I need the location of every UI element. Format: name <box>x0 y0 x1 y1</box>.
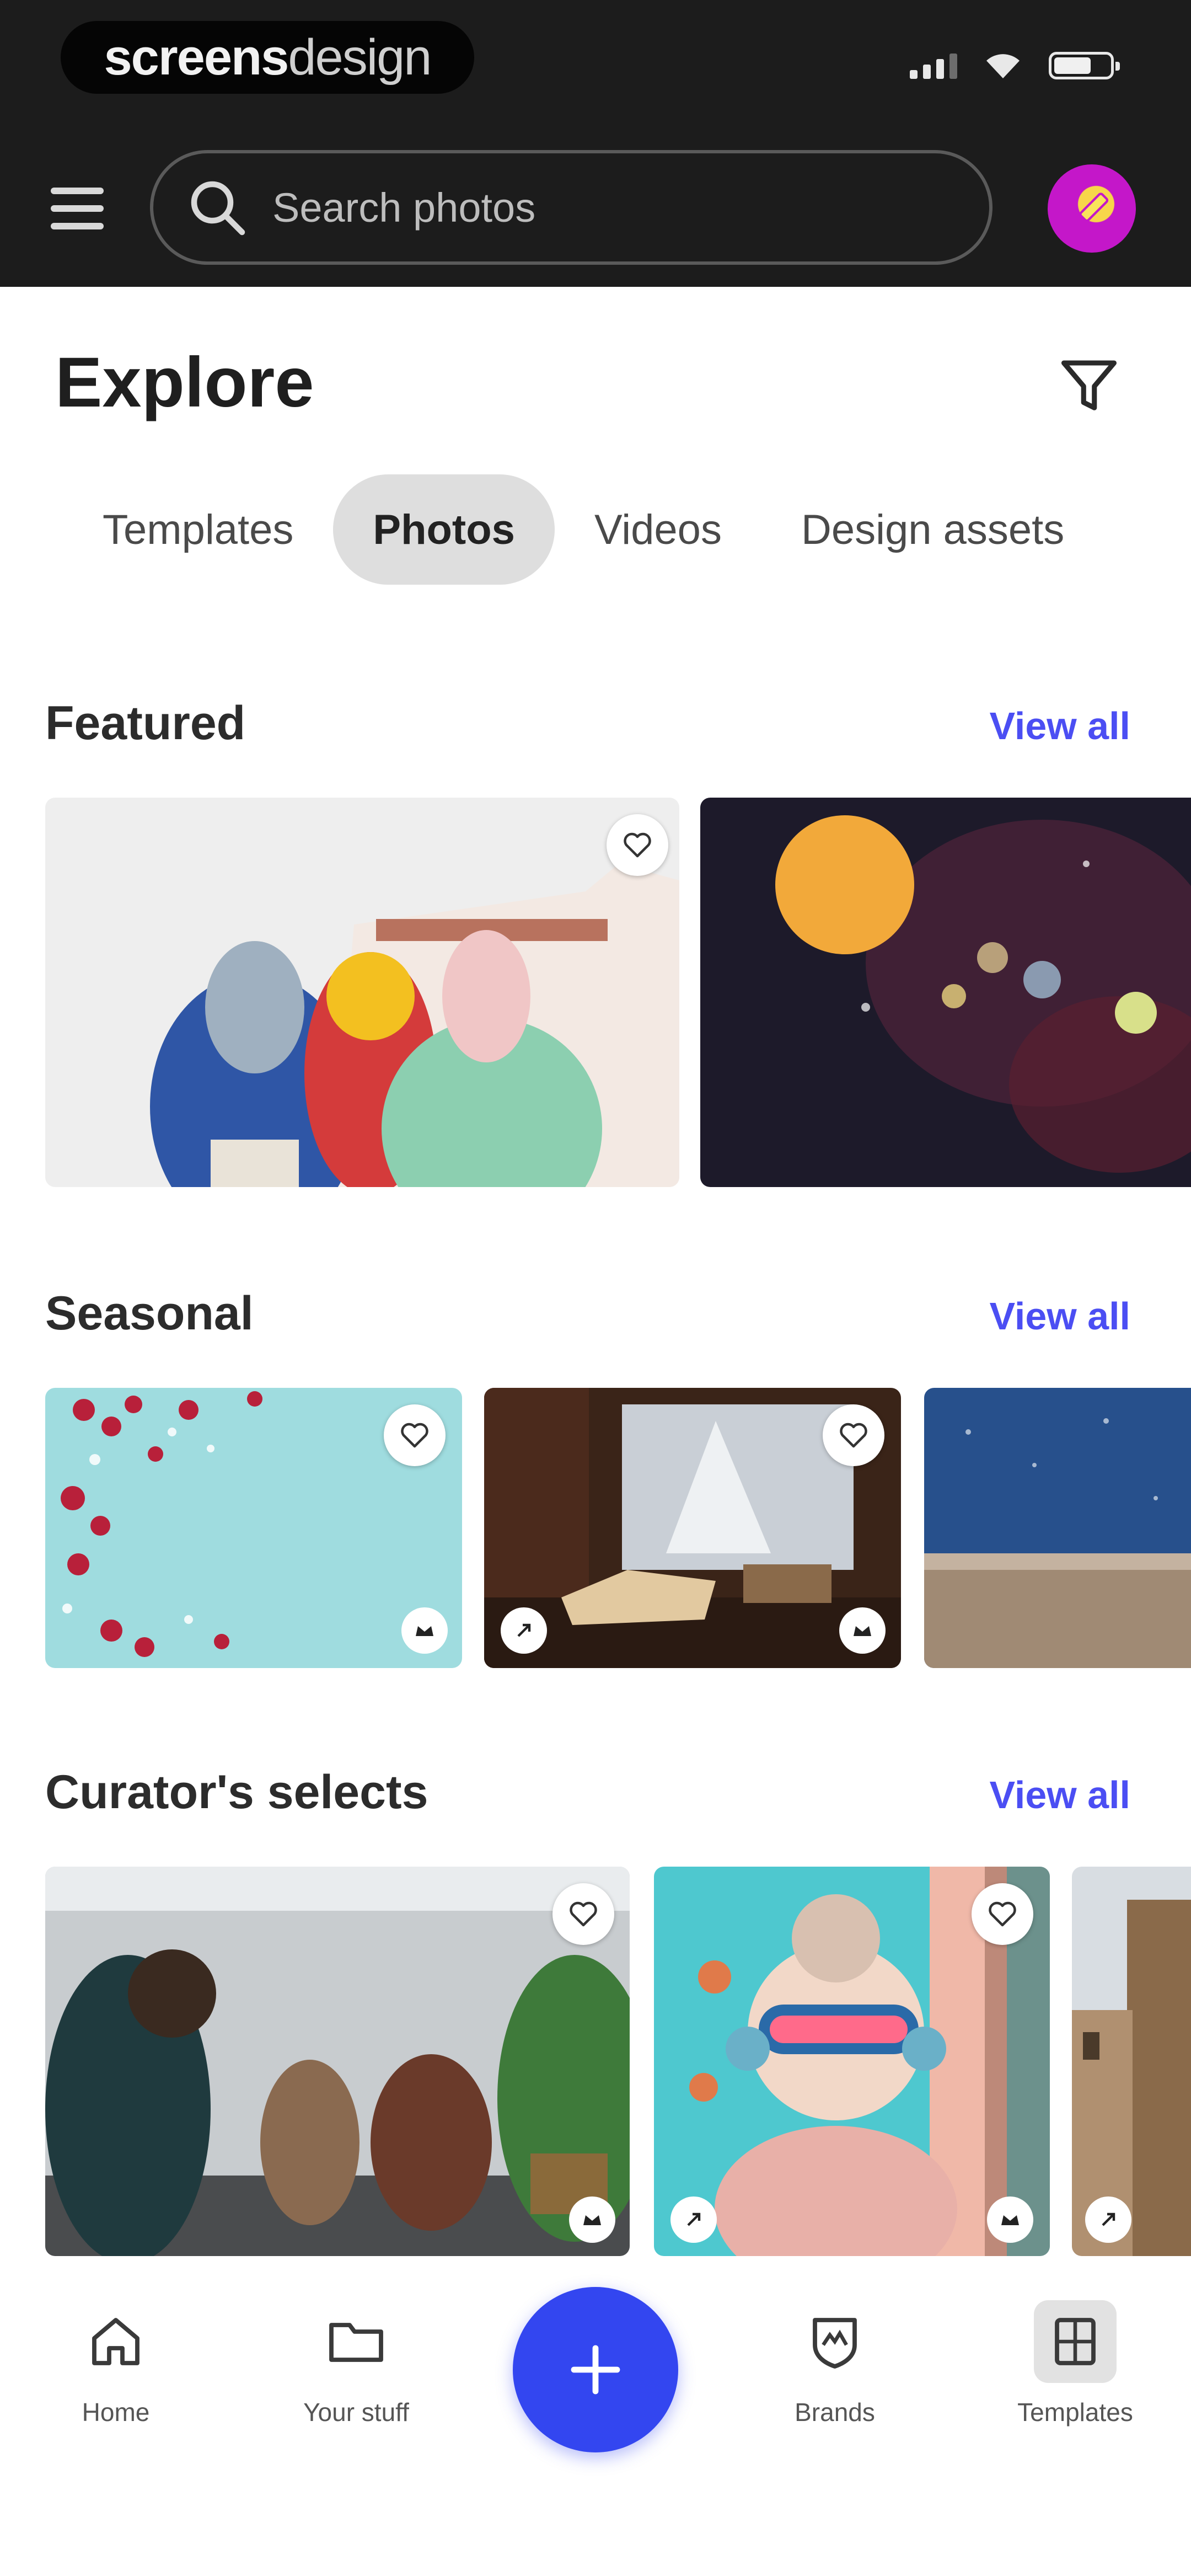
seasonal-photo-1[interactable] <box>45 1388 462 1668</box>
screensdesign-logo: screens design <box>61 21 474 94</box>
favorite-button[interactable] <box>607 814 668 876</box>
tab-design-assets[interactable]: Design assets <box>761 474 1104 585</box>
home-icon <box>92 2318 140 2365</box>
templates-icon <box>1055 2318 1096 2365</box>
logo-bold: screens <box>104 29 289 85</box>
nav-brands-label: Brands <box>795 2398 875 2427</box>
expand-badge <box>1085 2196 1131 2243</box>
heart-icon <box>624 832 651 858</box>
tab-videos[interactable]: Videos <box>555 474 761 585</box>
section-title-featured: Featured <box>45 697 246 750</box>
page-title: Explore <box>55 343 314 422</box>
heart-icon <box>989 1901 1016 1927</box>
tab-templates[interactable]: Templates <box>72 474 333 585</box>
seasonal-photo-2[interactable] <box>484 1388 901 1668</box>
hamburger-menu-icon[interactable] <box>51 182 104 235</box>
expand-icon <box>517 1623 531 1637</box>
plus-icon <box>571 2345 620 2395</box>
seasonal-view-all-link[interactable]: View all <box>989 1294 1130 1338</box>
curators-view-all-link[interactable]: View all <box>989 1773 1130 1817</box>
battery-icon <box>1049 52 1120 79</box>
nav-home-label: Home <box>82 2398 150 2427</box>
premium-badge <box>839 1607 886 1654</box>
expand-badge <box>501 1607 547 1654</box>
photo-people-laughing <box>45 798 679 1187</box>
crown-icon <box>583 2215 601 2225</box>
section-title-seasonal: Seasonal <box>45 1287 254 1340</box>
user-avatar[interactable] <box>1048 164 1136 253</box>
favorite-button[interactable] <box>823 1404 884 1466</box>
nav-home[interactable]: Home <box>44 2300 187 2427</box>
premium-badge <box>569 2196 615 2243</box>
premium-badge <box>987 2196 1033 2243</box>
featured-view-all-link[interactable]: View all <box>989 704 1130 748</box>
filter-icon[interactable] <box>1053 349 1125 420</box>
favorite-button[interactable] <box>384 1404 446 1466</box>
create-button[interactable] <box>513 2287 678 2452</box>
curators-photo-3[interactable] <box>1072 1867 1191 2256</box>
section-title-curators-selects: Curator's selects <box>45 1766 428 1819</box>
search-input[interactable] <box>271 183 880 232</box>
pencil-icon <box>1079 193 1109 222</box>
status-icons <box>910 51 1120 81</box>
favorite-button[interactable] <box>552 1883 614 1945</box>
seasonal-photo-3[interactable] <box>924 1388 1191 1668</box>
app-header: screens design <box>0 0 1191 287</box>
nav-templates[interactable]: Templates <box>1004 2300 1147 2427</box>
expand-icon <box>687 2212 701 2226</box>
signal-icon <box>910 52 957 79</box>
nav-templates-label: Templates <box>1017 2398 1133 2427</box>
crown-icon <box>416 1626 433 1636</box>
heart-icon <box>570 1901 597 1927</box>
photo-old-town-street <box>1072 1867 1191 2256</box>
heart-icon <box>401 1423 428 1448</box>
photo-snowy-night <box>924 1388 1191 1668</box>
curators-photo-2[interactable] <box>654 1867 1050 2256</box>
wifi-icon <box>986 54 1020 78</box>
heart-icon <box>840 1423 867 1448</box>
expand-icon <box>1102 2212 1115 2226</box>
photo-space-planets <box>700 798 1191 1187</box>
brand-shield-icon <box>813 2318 857 2369</box>
expand-badge <box>670 2196 717 2243</box>
crown-icon <box>1001 2215 1019 2225</box>
category-tabs: Templates Photos Videos Design assets <box>72 474 1104 585</box>
nav-your-stuff[interactable]: Your stuff <box>285 2300 428 2427</box>
tab-photos[interactable]: Photos <box>333 474 555 585</box>
premium-badge <box>401 1607 448 1654</box>
folder-icon <box>329 2323 383 2362</box>
nav-brands[interactable]: Brands <box>763 2300 906 2427</box>
search-bar[interactable] <box>150 150 993 265</box>
favorite-button[interactable] <box>972 1883 1033 1945</box>
featured-photo-1[interactable] <box>45 798 679 1187</box>
featured-photo-2[interactable] <box>700 798 1191 1187</box>
logo-thin: design <box>288 29 432 85</box>
crown-icon <box>854 1626 871 1636</box>
curators-photo-1[interactable] <box>45 1867 630 2256</box>
photo-office-meeting <box>45 1867 630 2256</box>
search-icon <box>191 181 245 236</box>
nav-your-stuff-label: Your stuff <box>303 2398 409 2427</box>
